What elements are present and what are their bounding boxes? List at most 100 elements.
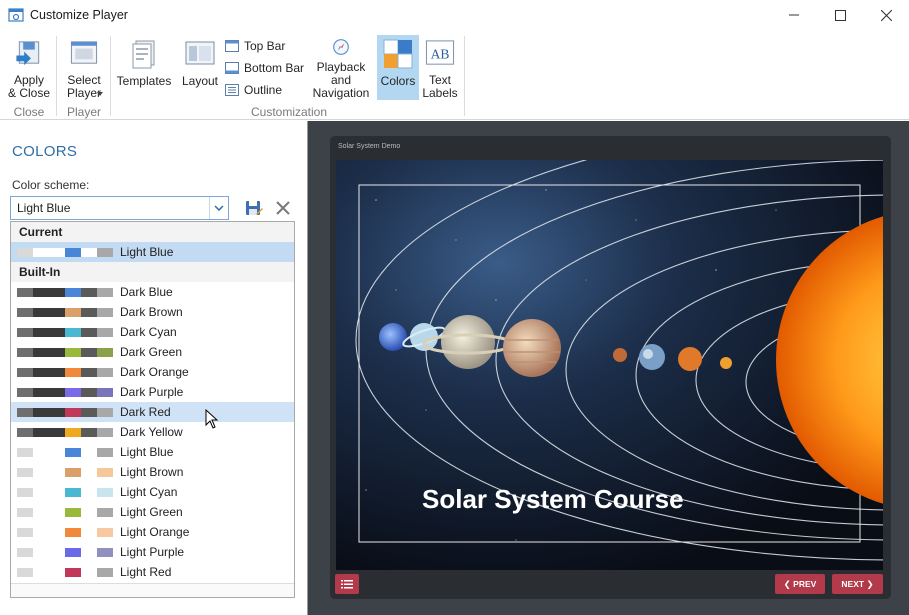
list-item[interactable]: Light Cyan <box>11 482 294 502</box>
maximize-icon <box>834 9 846 21</box>
list-item-label: Dark Yellow <box>120 425 183 439</box>
swatch-segment <box>49 467 65 477</box>
swatch-segment <box>17 427 33 437</box>
playback-navigation-button[interactable]: Playback and Navigation <box>306 38 376 100</box>
swatch-segment <box>33 427 49 437</box>
swatch-segment <box>17 567 33 577</box>
templates-button[interactable]: Templates <box>116 38 172 88</box>
swatch-segment <box>81 247 97 257</box>
player-title: Solar System Demo <box>338 143 401 150</box>
list-item-label: Dark Purple <box>120 385 184 399</box>
swatch-segment <box>81 547 97 557</box>
swatch-segment <box>33 447 49 457</box>
swatch-segment <box>97 327 113 337</box>
select-player-button[interactable]: Select Player <box>60 38 108 100</box>
layout-label: Layout <box>181 74 219 88</box>
list-item[interactable]: Light Orange <box>11 522 294 542</box>
swatch-segment <box>49 567 65 577</box>
list-item[interactable]: Light Green <box>11 502 294 522</box>
group-label-customization: Customization <box>250 105 328 119</box>
combobox-dropdown-button[interactable] <box>209 197 228 219</box>
colors-icon <box>383 39 413 69</box>
list-item[interactable]: Light Brown <box>11 462 294 482</box>
swatch-segment <box>65 367 81 377</box>
group-header-builtin: Built-In <box>11 262 294 282</box>
swatch-segment <box>65 287 81 297</box>
swatch-segment <box>81 527 97 537</box>
playback-navigation-label: Playback and Navigation <box>312 60 370 100</box>
swatch-segment <box>49 447 65 457</box>
swatch-segment <box>17 507 33 517</box>
swatch-segment <box>17 287 33 297</box>
swatch-segment <box>97 467 113 477</box>
swatch-segment <box>65 487 81 497</box>
swatch-segment <box>17 327 33 337</box>
next-button[interactable]: NEXT ❯ <box>832 574 883 594</box>
list-item[interactable]: Dark Brown <box>11 302 294 322</box>
swatch-segment <box>17 367 33 377</box>
close-button[interactable] <box>863 0 909 30</box>
text-labels-label: Text Labels <box>422 73 458 100</box>
top-bar-button[interactable]: Top Bar <box>225 36 285 56</box>
top-bar-icon <box>225 40 239 52</box>
list-item[interactable]: Dark Cyan <box>11 322 294 342</box>
delete-scheme-icon[interactable] <box>275 200 291 216</box>
player-preview: Solar System Demo Solar System Course ❮ … <box>307 121 909 615</box>
swatch-segment <box>97 407 113 417</box>
maximize-button[interactable] <box>817 0 863 30</box>
swatch-segment <box>49 527 65 537</box>
color-scheme-label: Color scheme: <box>12 178 90 192</box>
swatch-segment <box>65 307 81 317</box>
swatch-segment <box>33 487 49 497</box>
color-scheme-value: Light Blue <box>17 201 71 215</box>
outline-button[interactable]: Outline <box>225 80 282 100</box>
layout-button[interactable]: Layout <box>180 38 220 88</box>
list-item[interactable]: Dark Purple <box>11 382 294 402</box>
colors-button[interactable]: Colors <box>377 35 419 100</box>
list-item[interactable]: Light Red <box>11 562 294 582</box>
swatch-segment <box>81 487 97 497</box>
list-item[interactable]: Dark Red <box>11 402 294 422</box>
save-scheme-icon[interactable] <box>245 200 263 218</box>
text-labels-button[interactable]: AB Text Labels <box>422 38 458 100</box>
color-swatch <box>17 347 113 357</box>
color-scheme-dropdown-list[interactable]: Current Light Blue Built-In Dark Blue Dar… <box>10 221 295 598</box>
list-item-label: Light Cyan <box>120 485 178 499</box>
swatch-segment <box>97 287 113 297</box>
list-item-label: Light Purple <box>120 545 185 559</box>
compass-icon <box>333 39 349 55</box>
swatch-segment <box>17 487 33 497</box>
bottom-bar-button[interactable]: Bottom Bar <box>225 58 304 78</box>
swatch-segment <box>65 527 81 537</box>
color-swatch <box>17 407 113 417</box>
group-separator <box>464 36 465 116</box>
apply-close-icon <box>16 41 40 66</box>
horizontal-scrollbar[interactable] <box>11 583 294 597</box>
outline-menu-button[interactable] <box>335 574 359 594</box>
group-separator <box>110 36 111 116</box>
list-item[interactable]: Dark Orange <box>11 362 294 382</box>
list-item-current[interactable]: Light Blue <box>11 242 294 262</box>
dropdown-arrow-icon <box>97 92 103 96</box>
color-swatch <box>17 507 113 517</box>
apply-close-button[interactable]: Apply & Close <box>6 38 52 100</box>
minimize-button[interactable] <box>771 0 817 30</box>
prev-button[interactable]: ❮ PREV <box>775 574 825 594</box>
swatch-segment <box>81 507 97 517</box>
list-item-label: Light Green <box>120 505 183 519</box>
swatch-segment <box>49 487 65 497</box>
list-item[interactable]: Light Blue <box>11 442 294 462</box>
swatch-segment <box>65 447 81 457</box>
color-scheme-combobox[interactable]: Light Blue <box>10 196 229 220</box>
swatch-segment <box>33 307 49 317</box>
swatch-segment <box>49 507 65 517</box>
swatch-segment <box>49 407 65 417</box>
list-item[interactable]: Dark Yellow <box>11 422 294 442</box>
list-item-label: Light Brown <box>120 465 184 479</box>
list-item[interactable]: Dark Green <box>11 342 294 362</box>
list-item[interactable]: Light Purple <box>11 542 294 562</box>
list-item[interactable]: Dark Blue <box>11 282 294 302</box>
swatch-segment <box>65 407 81 417</box>
player-frame: Solar System Demo Solar System Course ❮ … <box>330 136 891 599</box>
svg-text:AB: AB <box>431 46 450 61</box>
